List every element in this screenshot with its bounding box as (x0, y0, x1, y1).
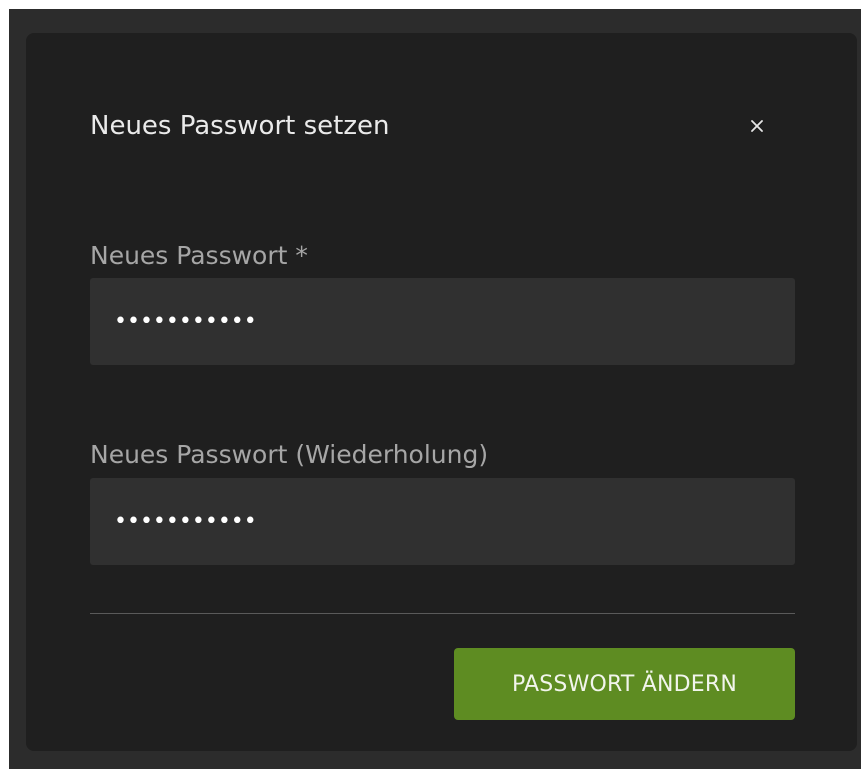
repeat-password-input[interactable] (90, 478, 795, 565)
footer-divider (90, 613, 795, 614)
new-password-label: Neues Passwort * (90, 241, 308, 270)
dialog-title: Neues Passwort setzen (90, 111, 390, 141)
change-password-button[interactable]: PASSWORT ÄNDERN (454, 648, 795, 720)
close-icon (751, 120, 763, 132)
new-password-input[interactable] (90, 278, 795, 365)
close-button[interactable] (742, 111, 772, 141)
change-password-dialog: Neues Passwort setzen Neues Passwort * N… (26, 33, 857, 751)
repeat-password-label: Neues Passwort (Wiederholung) (90, 440, 489, 469)
